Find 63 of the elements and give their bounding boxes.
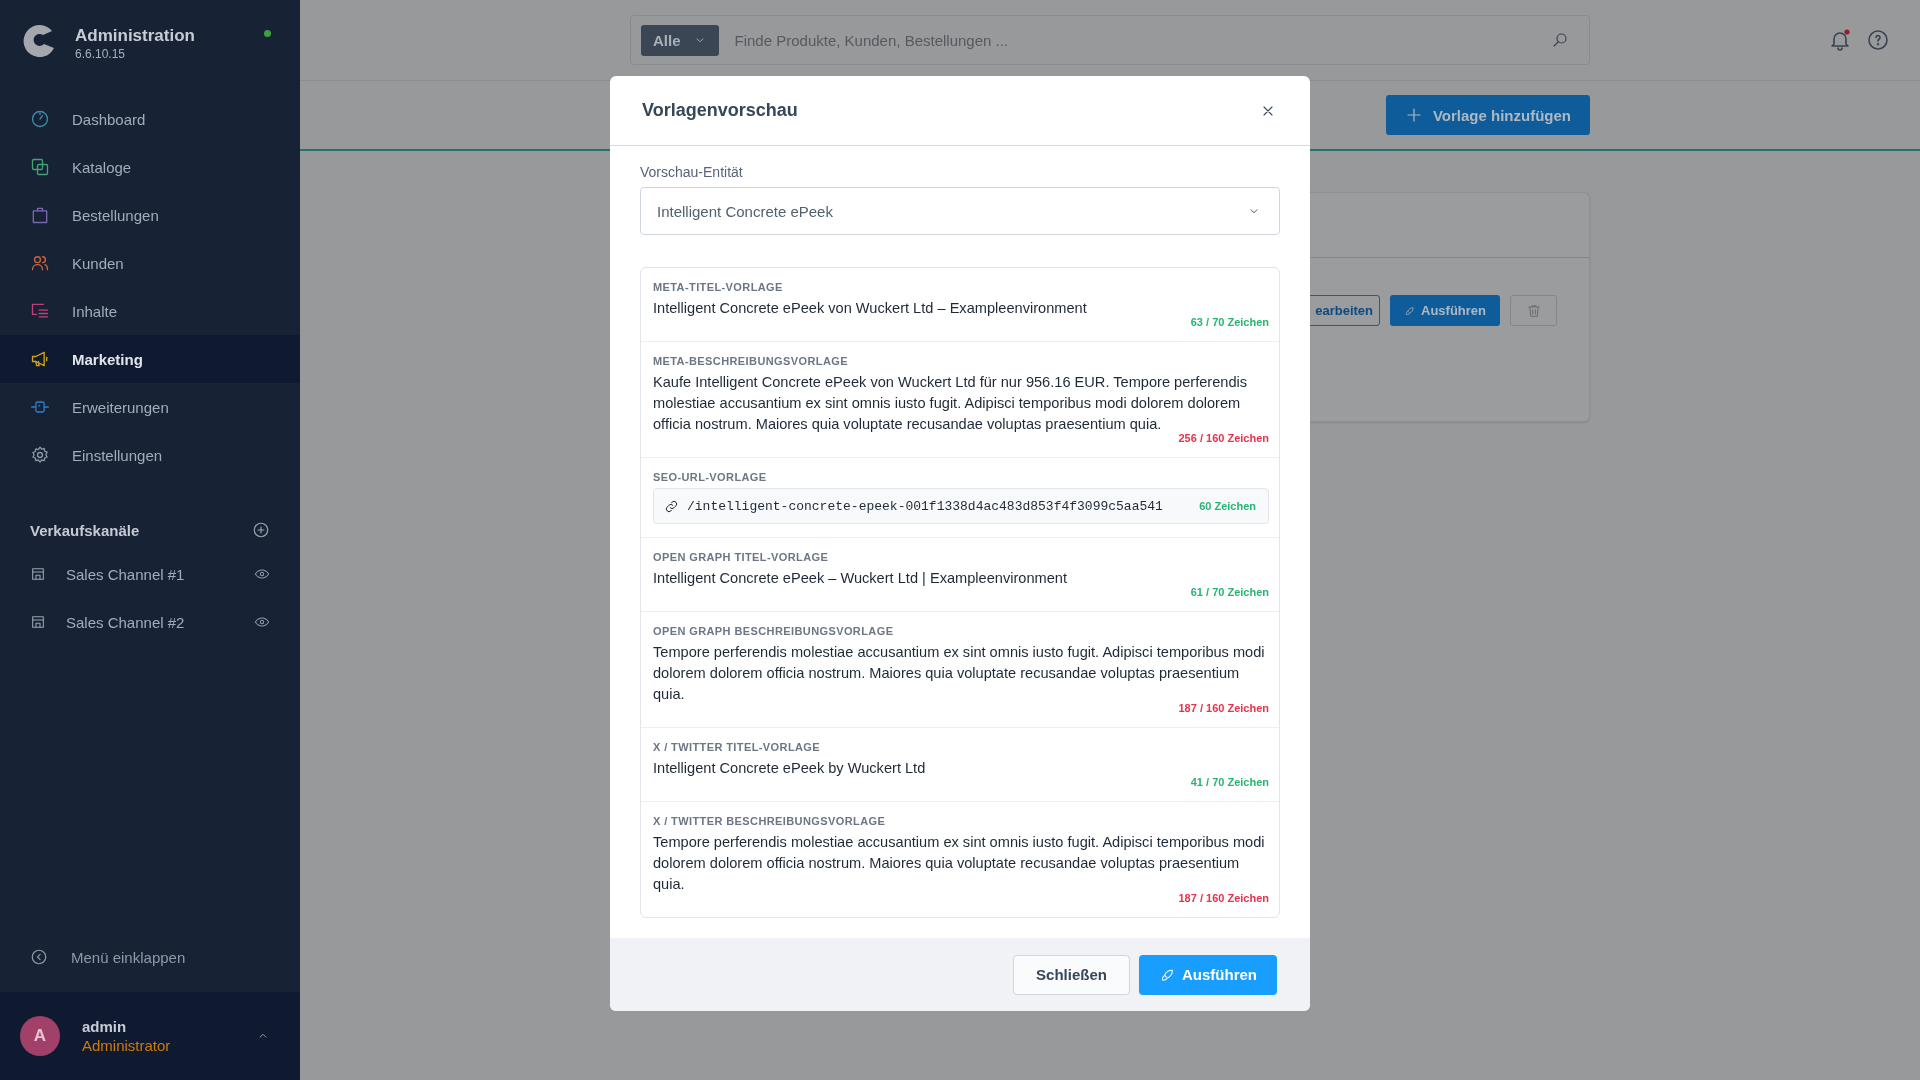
megaphone-icon — [30, 349, 50, 369]
dialog-title: Vorlagenvorschau — [642, 100, 798, 121]
character-count: 61 / 70 Zeichen — [1190, 586, 1269, 598]
template-label: SEO-URL-VORLAGE — [653, 471, 768, 483]
sales-channel-item[interactable]: Sales Channel #2 — [0, 598, 300, 646]
search-field[interactable]: Alle Finde Produkte, Kunden, Bestellungen ... — [630, 15, 1590, 65]
template-label: X / TWITTER BESCHREIBUNGSVORLAGE — [653, 815, 887, 827]
nav-item[interactable]: Kunden — [0, 239, 300, 287]
character-count: 41 / 70 Zeichen — [1190, 776, 1269, 788]
close-dialog-button[interactable]: Schließen — [1013, 954, 1130, 995]
gear-icon — [30, 445, 50, 465]
character-count: 256 / 160 Zeichen — [1178, 432, 1269, 444]
gauge-icon — [30, 109, 50, 129]
sales-channel-item[interactable]: Sales Channel #1 — [0, 550, 300, 598]
character-count: 60 Zeichen — [1199, 500, 1256, 512]
trash-icon — [1525, 302, 1542, 319]
list-icon — [30, 301, 50, 321]
field-label: Vorschau-Entität — [640, 164, 744, 180]
nav-item[interactable]: Bestellungen — [0, 191, 300, 239]
template-preview: Intelligent Concrete ePeek von Wuckert Ltd – Exampleenvironment — [653, 299, 1088, 318]
people-icon — [30, 253, 50, 273]
search-icon — [1551, 31, 1569, 49]
nav-item[interactable]: Erweiterungen — [0, 383, 300, 431]
template-preview: Kaufe Intelligent Concrete ePeek von Wuckert Ltd für nur 956.16 EUR. Tempore perferendis molestiae accusantium ex sint omnis iusto fugit. Adipisci temporibus modi dolorem dolorem officia nostrum. Maiores quia voluptate recusandae voluptas praesentium quia. — [653, 373, 1249, 434]
add-icon — [252, 521, 270, 539]
template-label: OPEN GRAPH TITEL-VORLAGE — [653, 551, 830, 563]
nav-item[interactable]: Dashboard — [0, 95, 300, 143]
bag-icon — [30, 205, 50, 225]
template-label: META-BESCHREIBUNGSVORLAGE — [653, 355, 849, 367]
status-dot — [264, 30, 271, 37]
eye-icon — [254, 614, 270, 630]
eye-icon — [254, 566, 270, 582]
template-label: OPEN GRAPH BESCHREIBUNGSVORLAGE — [653, 625, 895, 637]
version-label: 6.6.10.15 — [75, 47, 127, 61]
character-count: 187 / 160 Zeichen — [1178, 702, 1269, 714]
template-preview: Tempore perferendis molestiae accusantium ex sint omnis iusto fugit. Adipisci temporibus modi dolorem dolorem officia nostrum. Maiores quia voluptate recusandae voluptas praesentium quia. — [653, 643, 1266, 704]
squares-icon — [30, 157, 50, 177]
url-text: /intelligent-concrete-epeek-001f1338d4ac483d853f4f3099c5aa541 — [687, 498, 1164, 514]
collapse-menu-button[interactable]: Menü einklappen — [0, 927, 300, 987]
user-role: Administrator — [82, 1037, 172, 1054]
nav-item[interactable]: Inhalte — [0, 287, 300, 335]
link-icon — [664, 498, 679, 514]
template-preview: Intelligent Concrete ePeek by Wuckert Ltd — [653, 759, 927, 778]
storefront-icon — [30, 614, 46, 630]
nav-item[interactable]: Marketing — [0, 335, 300, 383]
nav-item[interactable]: Kataloge — [0, 143, 300, 191]
template-preview: Intelligent Concrete ePeek – Wuckert Ltd | Exampleenvironment — [653, 569, 1068, 588]
storefront-icon — [30, 566, 46, 582]
user-name: admin — [82, 1018, 128, 1035]
template-label: META-TITEL-VORLAGE — [653, 281, 784, 293]
notification-bell-icon — [1828, 28, 1852, 52]
template-preview: Tempore perferendis molestiae accusantium ex sint omnis iusto fugit. Adipisci temporibus modi dolorem dolorem officia nostrum. Maiores quia voluptate recusandae voluptas praesentium quia. — [653, 833, 1266, 894]
character-count: 63 / 70 Zeichen — [1190, 316, 1269, 328]
app-title: Administration — [75, 26, 195, 46]
template-label: X / TWITTER TITEL-VORLAGE — [653, 741, 822, 753]
character-count: 187 / 160 Zeichen — [1178, 892, 1269, 904]
help-icon — [1866, 28, 1890, 52]
entity-select[interactable]: Intelligent Concrete ePeek — [640, 187, 1280, 235]
nav-item[interactable]: Einstellungen — [0, 431, 300, 479]
section-heading: Verkaufskanäle — [30, 521, 140, 539]
chevron-left-icon — [30, 948, 48, 966]
scope-dropdown[interactable]: Alle — [641, 24, 719, 56]
user-avatar[interactable]: A — [20, 1016, 60, 1056]
